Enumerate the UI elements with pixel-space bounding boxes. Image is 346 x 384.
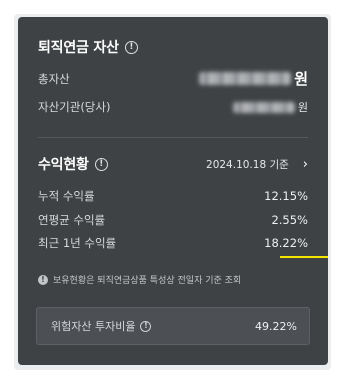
chevron-right-icon: › [302,156,308,172]
total-assets-value: 원 [199,68,308,89]
risk-label-text: 위험자산 투자비율 [51,320,136,333]
assets-title-text: 퇴직연금 자산 [38,40,119,56]
return-row: 누적 수익률 12.15% [38,188,308,204]
returns-detail-link[interactable]: 2024.10.18 기준 › [206,157,308,172]
total-assets-row: 총자산 원 [38,68,308,89]
section-divider [38,137,308,138]
risk-asset-box: 위험자산 투자비율 ! 49.22% [36,307,310,345]
pension-summary-card: 퇴직연금 자산 ! 총자산 원 자산기관(당사) 원 수익현황 ! 2024.1… [18,17,328,365]
returns-header: 수익현황 ! 2024.10.18 기준 › [38,154,308,174]
total-assets-unit: 원 [294,70,308,88]
return-row: 최근 1년 수익률 18.22% [38,235,308,251]
return-row: 연평균 수익률 2.55% [38,212,308,228]
assets-title: 퇴직연금 자산 ! [38,37,138,57]
exclamation-icon: ! [38,274,48,285]
institution-assets-row: 자산기관(당사) 원 [38,99,308,115]
returns-title: 수익현황 ! [38,154,108,174]
notice-text: 보유현황은 퇴직연금상품 특성상 전일자 기준 조회 [53,276,242,286]
return-value: 2.55% [271,213,308,227]
notice: ! 보유현황은 퇴직연금상품 특성상 전일자 기준 조회 [38,273,241,286]
assets-info-icon[interactable]: ! [124,40,138,54]
risk-value: 49.22% [255,319,297,333]
assets-header: 퇴직연금 자산 ! [38,37,308,57]
return-value-highlighted: 18.22% [264,236,308,250]
institution-assets-unit: 원 [297,101,308,114]
total-assets-label: 총자산 [38,71,70,86]
returns-info-icon[interactable]: ! [94,157,108,171]
returns-date: 2024.10.18 기준 [206,158,289,171]
risk-info-icon[interactable]: ! [140,320,152,332]
return-label: 연평균 수익률 [38,213,106,227]
highlight-underline [280,256,328,258]
return-value: 12.15% [264,189,308,203]
return-label: 누적 수익률 [38,189,95,203]
institution-assets-value: 원 [232,99,308,115]
institution-assets-label: 자산기관(당사) [38,100,111,114]
masked-amount [199,72,292,85]
masked-amount [232,101,295,113]
risk-label: 위험자산 투자비율 ! [51,318,152,334]
return-label: 최근 1년 수익률 [38,236,117,250]
returns-title-text: 수익현황 [38,157,89,173]
